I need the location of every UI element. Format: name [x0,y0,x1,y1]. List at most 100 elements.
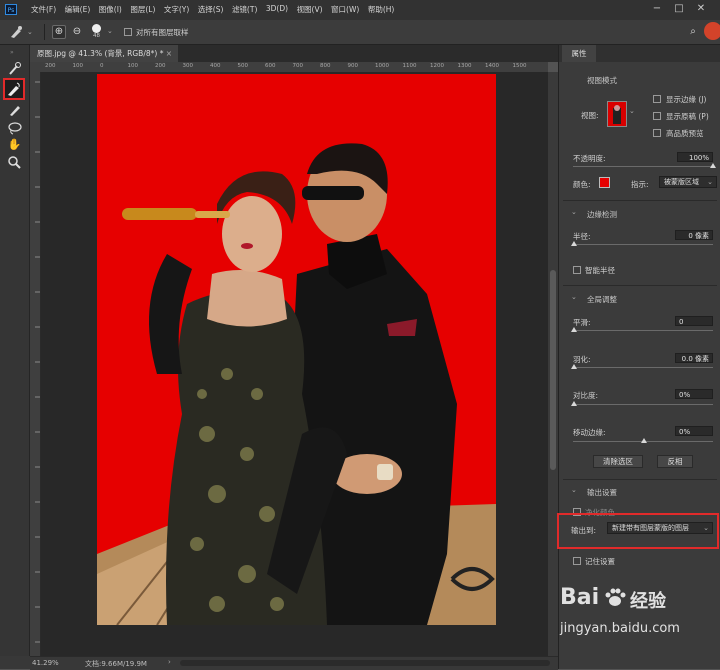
edge-detection-chevron-icon[interactable]: ⌄ [571,208,577,216]
menu-item-9[interactable]: 窗口(W) [331,4,359,15]
ruler-tick-label: 900 [347,63,359,69]
menu-item-5[interactable]: 选择(S) [198,4,224,15]
output-settings-chevron-icon[interactable]: ⌄ [571,486,577,494]
radius-slider-knob[interactable] [571,241,577,246]
horizontal-scrollbar[interactable] [180,660,550,666]
refine-brush-tool-icon[interactable] [8,25,24,39]
shift-edge-slider-knob[interactable] [641,438,647,443]
status-left-filler [0,656,30,669]
menu-item-3[interactable]: 图层(L) [130,4,155,15]
document-tab[interactable]: 原图.jpg @ 41.3% (背景, RGB/8*) * × [30,45,178,62]
global-refine-chevron-icon[interactable]: ⌄ [571,293,577,301]
ruler-tick-label: 200 [45,63,56,69]
view-dropdown-chevron-icon[interactable]: ⌄ [629,107,635,115]
zoom-level[interactable]: 41.29% [32,659,59,667]
status-menu-arrow-icon[interactable]: › [168,658,171,666]
ruler-tick-label: 600 [265,63,276,69]
output-to-select[interactable]: 新建带有图层蒙版的图层 ⌄ [607,522,713,534]
sample-all-layers-checkbox[interactable] [124,28,132,36]
brush-preview-icon[interactable] [92,24,101,33]
tool-preset-chevron-icon[interactable]: ⌄ [27,28,33,36]
menu-item-1[interactable]: 编辑(E) [65,4,91,15]
watermark-brand-suffix: 经验 [630,591,666,612]
output-to-chevron-icon: ⌄ [703,524,709,532]
show-edges-checkbox[interactable] [653,95,661,103]
contrast-slider[interactable] [573,404,713,405]
opacity-slider-knob[interactable] [710,163,716,168]
close-tab-icon[interactable]: × [166,45,172,62]
separator [563,479,717,480]
output-to-value: 新建带有图层蒙版的图层 [612,524,689,532]
menu-item-8[interactable]: 视图(V) [297,4,323,15]
opacity-field[interactable]: 100% [677,152,713,162]
minimize-icon[interactable]: − [650,2,664,16]
properties-tab[interactable]: 属性 [562,45,596,62]
vertical-ruler-ticks [35,81,40,643]
smooth-field[interactable]: 0 [675,316,713,326]
shift-edge-field[interactable]: 0% [675,426,713,436]
couple-photo-illustration [97,74,496,625]
opacity-slider[interactable] [573,166,713,167]
tools-panel: » ✋ [0,45,30,656]
radius-field[interactable]: 0 像素 [675,230,713,240]
smart-radius-label: 智能半径 [585,266,615,275]
ruler-tick-label: 1200 [430,63,444,69]
feather-slider[interactable] [573,367,713,368]
watermark-logo: Bai 经验 jingyan.baidu.com [560,585,720,665]
hand-tool-icon[interactable]: ✋ [6,137,23,153]
refine-edge-brush-tool-icon[interactable] [3,78,25,100]
ruler-tick-label: 500 [237,63,249,69]
properties-panel: 属性 视图模式 视图: ⌄ 显示边缘 (J) 显示原稿 (P) 高品质预览 不透… [557,45,720,669]
indicate-select[interactable]: 被蒙版区域 ⌄ [659,176,717,188]
radius-slider[interactable] [573,244,713,245]
smooth-slider-knob[interactable] [571,327,577,332]
high-quality-preview-checkbox[interactable] [653,129,661,137]
paw-icon [604,587,626,607]
global-refine-title: 全局调整 [587,295,617,304]
feather-field[interactable]: 0.0 像素 [675,353,713,363]
search-icon[interactable]: ⌕ [686,25,700,39]
indicate-select-value: 被蒙版区域 [664,178,699,186]
document-image[interactable] [97,74,496,625]
maximize-icon[interactable]: □ [672,2,686,16]
brush-tool-icon[interactable] [6,102,23,118]
ruler-tick-label: 700 [292,63,304,69]
menu-bar: Ps 文件(F) 编辑(E) 图像(I) 图层(L) 文字(Y) 选择(S) 滤镜(T) 3D… [0,0,720,20]
smart-radius-checkbox[interactable] [573,266,581,274]
invert-button[interactable]: 反相 [657,455,693,468]
close-icon[interactable]: ✕ [694,2,708,16]
contrast-field[interactable]: 0% [675,389,713,399]
brush-picker-chevron-icon[interactable]: ⌄ [107,27,113,35]
add-to-selection-icon[interactable]: ⊕ [52,25,66,39]
vertical-scrollbar-thumb[interactable] [550,270,556,470]
contrast-slider-knob[interactable] [571,401,577,406]
menu-item-2[interactable]: 图像(I) [99,4,122,15]
lasso-tool-icon[interactable] [6,120,23,136]
watermark-url: jingyan.baidu.com [560,621,680,636]
feather-slider-knob[interactable] [571,364,577,369]
menu-item-6[interactable]: 滤镜(T) [232,4,257,15]
output-to-label: 输出到: [571,526,597,535]
view-mode-title: 视图模式 [587,76,617,85]
indicate-chevron-icon: ⌄ [707,178,713,186]
subtract-from-selection-icon[interactable]: ⊖ [70,25,84,39]
ruler-tick-label: 0 [100,63,104,69]
status-bar: 41.29% 文档:9.66M/19.9M › [30,656,558,670]
overlay-color-swatch[interactable] [599,177,610,188]
smooth-slider[interactable] [573,330,713,331]
ruler-tick-label: 1300 [457,63,472,69]
zoom-tool-icon[interactable] [6,154,23,170]
quick-selection-tool-icon[interactable] [6,61,23,77]
view-thumbnail[interactable] [607,101,627,127]
show-original-checkbox[interactable] [653,112,661,120]
user-avatar[interactable] [704,22,720,40]
menu-item-0[interactable]: 文件(F) [31,4,56,15]
opacity-label: 不透明度: [573,154,606,163]
menu-item-7[interactable]: 3D(D) [266,4,288,15]
remember-settings-checkbox[interactable] [573,557,581,565]
ruler-tick-label: 1100 [402,63,417,69]
menu-item-4[interactable]: 文字(Y) [164,4,189,15]
clear-selection-button[interactable]: 清除选区 [593,455,643,468]
menu-item-10[interactable]: 帮助(H) [368,4,395,15]
toolbar-collapse-icon[interactable]: » [10,49,14,56]
